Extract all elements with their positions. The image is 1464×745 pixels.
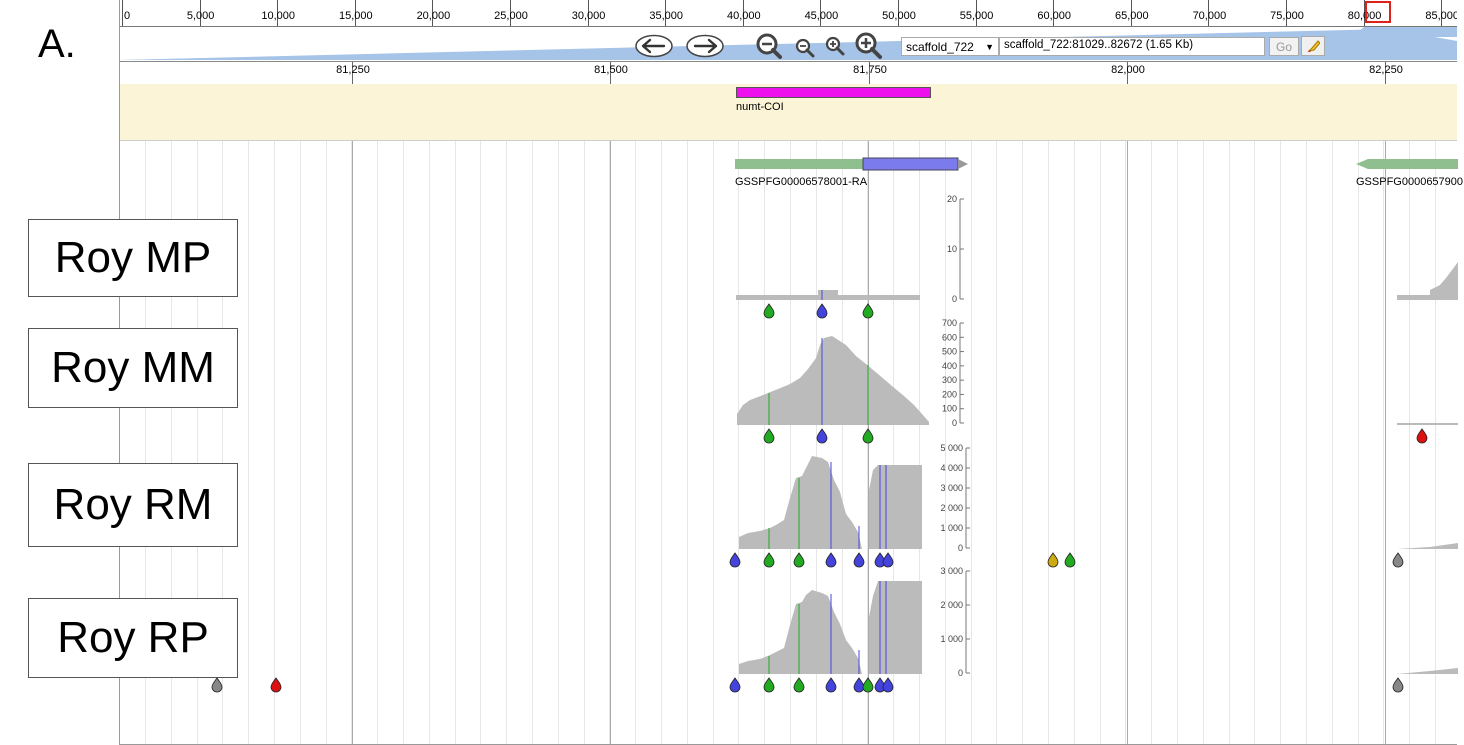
track-scale-label: 2 000 — [940, 503, 963, 513]
track-scale-label: 0 — [952, 418, 957, 428]
roy-rp-coverage — [739, 581, 1458, 674]
snp-marker[interactable] — [825, 552, 837, 568]
track-scale-label: 0 — [958, 668, 963, 678]
track-label-roy-mp: Roy MP — [28, 219, 238, 297]
track-label-roy-rp: Roy RP — [28, 598, 238, 678]
track-scale-label: 4 000 — [940, 463, 963, 473]
track-scale-label: 400 — [942, 361, 957, 371]
snp-marker[interactable] — [270, 677, 282, 693]
track-scale-label: 3 000 — [940, 566, 963, 576]
snp-marker[interactable] — [853, 677, 865, 693]
snp-marker[interactable] — [825, 677, 837, 693]
track-scale-label: 5 000 — [940, 443, 963, 453]
track-scale-label: 10 — [947, 244, 957, 254]
track-label-roy-rm: Roy RM — [28, 463, 238, 547]
snp-marker[interactable] — [1416, 428, 1428, 444]
track-scale-label: 600 — [942, 332, 957, 342]
snp-marker[interactable] — [729, 552, 741, 568]
roy-rm-coverage — [739, 456, 1458, 549]
snp-marker[interactable] — [853, 552, 865, 568]
gene1-cds — [862, 157, 959, 171]
snp-marker[interactable] — [211, 677, 223, 693]
track-scale-label: 1 000 — [940, 523, 963, 533]
track-scale-label: 0 — [952, 294, 957, 304]
snp-marker[interactable] — [793, 677, 805, 693]
snp-marker[interactable] — [1392, 552, 1404, 568]
track-scale-label: 1 000 — [940, 634, 963, 644]
track-scale-label: 700 — [942, 318, 957, 328]
snp-marker[interactable] — [816, 428, 828, 444]
track-scale-label: 0 — [958, 543, 963, 553]
snp-marker[interactable] — [763, 428, 775, 444]
snp-marker[interactable] — [1047, 552, 1059, 568]
track-label-roy-mm: Roy MM — [28, 328, 238, 408]
gene2-utr — [1356, 159, 1458, 169]
snp-marker[interactable] — [862, 428, 874, 444]
track-scale-label: 500 — [942, 347, 957, 357]
roy-mp-coverage — [736, 262, 1458, 300]
gene-gsspfg00006578001-ra[interactable] — [735, 157, 968, 171]
snp-marker[interactable] — [1392, 677, 1404, 693]
snp-marker[interactable] — [1064, 552, 1076, 568]
track-scale-label: 300 — [942, 375, 957, 385]
snp-marker[interactable] — [882, 552, 894, 568]
gene2-label: GSSPFG0000657900 — [1356, 176, 1463, 188]
gene1-utr — [735, 159, 863, 169]
track-scale-label: 100 — [942, 404, 957, 414]
track-scale-label: 2 000 — [940, 600, 963, 610]
snp-marker[interactable] — [763, 677, 775, 693]
snp-marker[interactable] — [862, 303, 874, 319]
snp-marker[interactable] — [763, 552, 775, 568]
track-scale-label: 200 — [942, 389, 957, 399]
track-scale-label: 20 — [947, 194, 957, 204]
track-scale-label: 3 000 — [940, 483, 963, 493]
snp-marker[interactable] — [729, 677, 741, 693]
snp-marker[interactable] — [793, 552, 805, 568]
roy-mm-coverage — [737, 336, 1458, 425]
snp-marker[interactable] — [862, 677, 874, 693]
gene1-label: GSSPFG00006578001-RA — [735, 176, 868, 188]
snp-marker[interactable] — [763, 303, 775, 319]
snp-marker[interactable] — [816, 303, 828, 319]
gene-gsspfg0000657900[interactable] — [1356, 159, 1458, 169]
snp-marker[interactable] — [882, 677, 894, 693]
gene1-strand-arrow — [958, 159, 968, 169]
